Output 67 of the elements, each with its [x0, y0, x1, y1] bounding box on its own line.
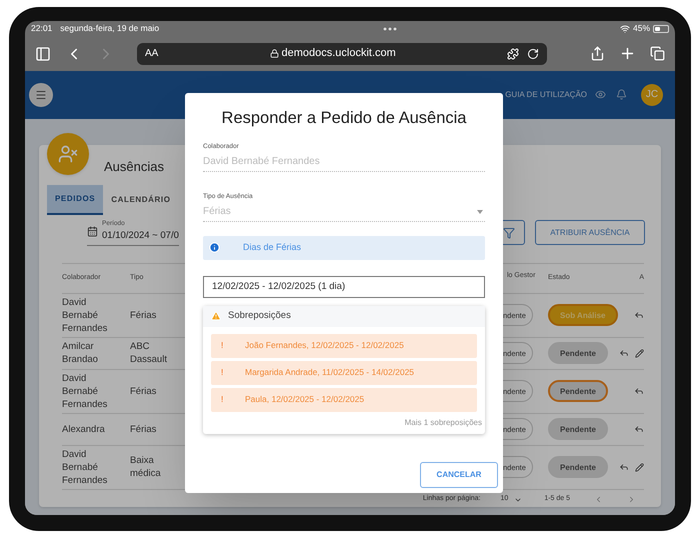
- field-value: David Bernabé Fernandes: [203, 155, 321, 169]
- table-cell-text: Amilcar Brandao: [62, 340, 99, 366]
- table-cell-text: David Bernabé Fernandes: [62, 296, 108, 334]
- dots-icon: [382, 26, 397, 30]
- clock-time: 22:01: [31, 22, 52, 35]
- url-text: demodocs.uclockit.com: [282, 46, 396, 62]
- status-chip: Sob Análise: [548, 304, 618, 326]
- tab[interactable]: PEDIDOS: [47, 184, 104, 214]
- wifi-icon: [620, 24, 630, 34]
- eye-icon[interactable]: [595, 89, 606, 100]
- battery-percent: 45%: [632, 22, 650, 35]
- more-overlaps-text: Mais 1 sobreposições: [404, 416, 482, 429]
- reply-icon[interactable]: [619, 348, 629, 358]
- period-value[interactable]: 01/10/2024 ~ 07/0: [102, 228, 179, 243]
- guide-link[interactable]: GUIA DE UTILIZAÇÃO: [505, 88, 587, 100]
- assign-absence-button[interactable]: ATRIBUIR AUSÊNCIA: [535, 220, 645, 245]
- table-cell-text: David Bernabé Fernandes: [62, 448, 108, 486]
- reload-icon[interactable]: [527, 48, 539, 60]
- filter-icon: [503, 226, 515, 238]
- new-tab-icon[interactable]: [619, 45, 636, 62]
- calendar-icon: [87, 226, 98, 236]
- menu-icon: [35, 88, 47, 100]
- exclamation-mark: !: [221, 339, 224, 352]
- menu-button[interactable]: [29, 82, 53, 106]
- puzzle-icon[interactable]: [507, 48, 519, 60]
- reply-icon[interactable]: [634, 386, 644, 396]
- battery-icon: [653, 24, 669, 32]
- info-text: Dias de Férias: [243, 241, 302, 254]
- table-cell-text: Alexandra: [62, 422, 106, 436]
- overlap-text: Margarida Andrade, 11/02/2025 - 14/02/2025: [245, 366, 414, 380]
- reply-icon[interactable]: [634, 424, 644, 434]
- tabs-icon[interactable]: [650, 46, 665, 61]
- exclamation-mark: !: [221, 366, 224, 380]
- date-range-field[interactable]: 12/02/2025 - 12/02/2025 (1 dia): [203, 276, 485, 298]
- share-icon[interactable]: [590, 46, 605, 61]
- table-cell-text: Férias: [130, 422, 158, 436]
- warning-icon: [211, 311, 221, 322]
- overlaps-title: Sobreposições: [228, 309, 291, 324]
- table-cell-text: Baixa médica: [130, 454, 162, 480]
- table-cell-text: David Bernabé Fernandes: [62, 372, 108, 410]
- caret-icon: [477, 210, 483, 214]
- tab[interactable]: CALENDÁRIO: [103, 184, 179, 214]
- status-chip: Pendente: [548, 342, 608, 364]
- info-icon: [209, 242, 220, 254]
- address-bar[interactable]: AA demodocs.uclockit.com: [137, 42, 547, 64]
- reply-icon[interactable]: [619, 462, 629, 472]
- table-cell-text: ABC Dassault: [130, 340, 168, 366]
- exclamation-mark: !: [221, 393, 224, 406]
- edit-icon[interactable]: [635, 462, 644, 472]
- bell-icon[interactable]: [616, 89, 627, 100]
- table-cell-text: Férias: [130, 308, 158, 322]
- edit-icon[interactable]: [635, 348, 644, 358]
- lock-icon: [270, 49, 278, 58]
- table-cell-text: Férias: [130, 384, 158, 398]
- reply-icon[interactable]: [634, 310, 644, 320]
- status-chip: Pendente: [548, 380, 608, 402]
- dialog-title: Responder a Pedido de Ausência: [220, 108, 468, 128]
- status-chip: Pendente: [548, 456, 608, 478]
- date-text: segunda-feira, 19 de maio: [60, 22, 160, 35]
- sidebar-icon[interactable]: [35, 46, 51, 62]
- page-title: Ausências: [104, 158, 164, 176]
- overlap-text: João Fernandes, 12/02/2025 - 12/02/2025: [245, 339, 404, 352]
- status-chip: Pendente: [548, 418, 608, 440]
- field-value: Férias: [203, 204, 232, 219]
- cancel-button[interactable]: CANCELAR: [420, 462, 498, 488]
- overlap-text: Paula, 12/02/2025 - 12/02/2025: [245, 393, 364, 406]
- text-size-label[interactable]: AA: [145, 46, 158, 61]
